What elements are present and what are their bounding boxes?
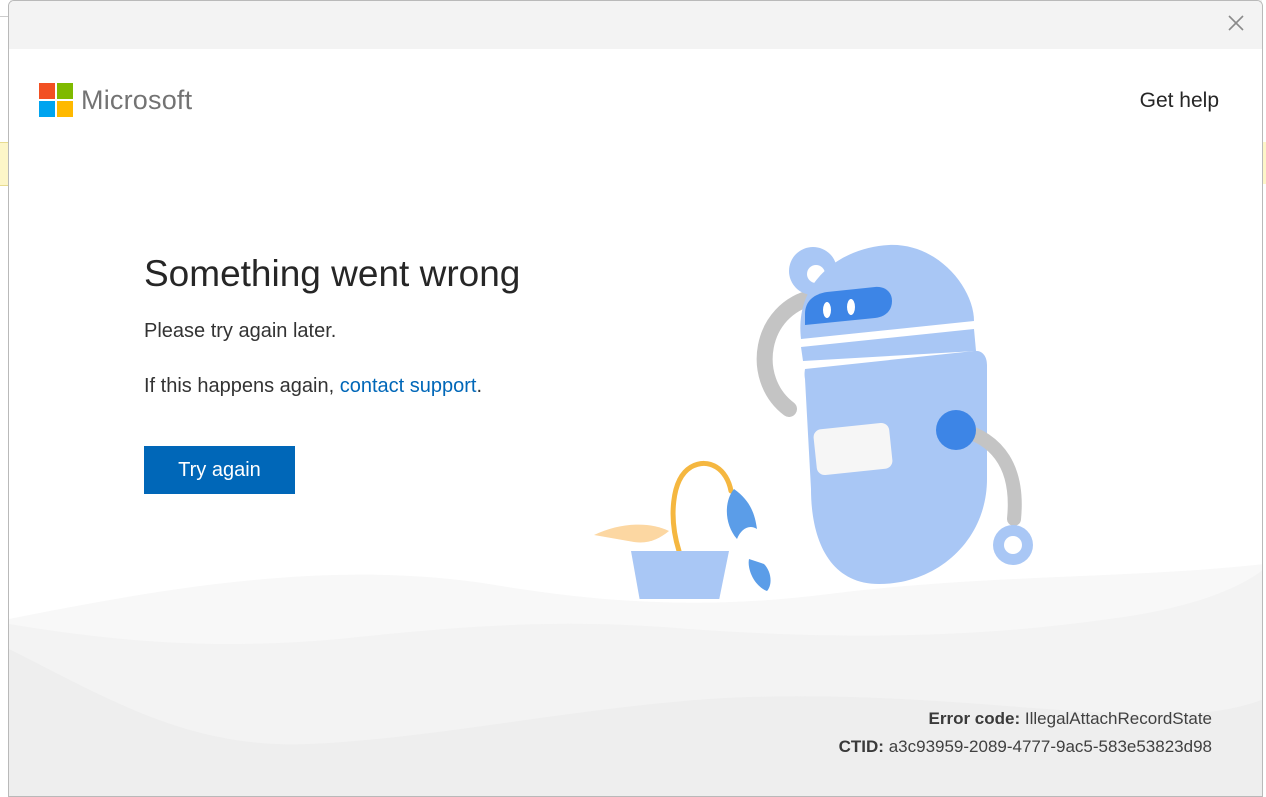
close-button[interactable]: [1224, 11, 1248, 35]
microsoft-logo-text: Microsoft: [81, 84, 193, 115]
error-message: Please try again later.: [144, 320, 337, 342]
support-prefix-text: If this happens again,: [144, 375, 340, 397]
support-message: If this happens again, contact support.: [144, 375, 482, 398]
error-details: Error code: IllegalAttachRecordState CTI…: [839, 705, 1212, 761]
contact-support-link[interactable]: contact support: [340, 375, 477, 397]
error-dialog: Microsoft Get help Something went wrong …: [8, 0, 1263, 797]
dialog-title-bar: [9, 1, 1262, 49]
robot-watering-plant-illustration: [594, 244, 1033, 599]
try-again-button[interactable]: Try again: [144, 446, 295, 494]
ctid-value: a3c93959-2089-4777-9ac5-583e53823d98: [888, 737, 1212, 756]
get-help-link[interactable]: Get help: [1140, 89, 1219, 113]
close-icon: [1228, 15, 1244, 31]
support-suffix-text: .: [476, 375, 483, 397]
error-code-label: Error code:: [928, 709, 1021, 728]
dialog-content: Microsoft Get help Something went wrong …: [9, 49, 1262, 796]
ctid-row: CTID: a3c93959-2089-4777-9ac5-583e53823d…: [839, 733, 1212, 761]
microsoft-logo: Microsoft: [39, 83, 192, 117]
microsoft-logo-icon: [39, 83, 73, 117]
error-code-row: Error code: IllegalAttachRecordState: [839, 705, 1212, 733]
page-title: Something went wrong: [144, 253, 521, 294]
error-code-value: IllegalAttachRecordState: [1024, 709, 1212, 728]
ctid-label: CTID:: [838, 737, 884, 756]
